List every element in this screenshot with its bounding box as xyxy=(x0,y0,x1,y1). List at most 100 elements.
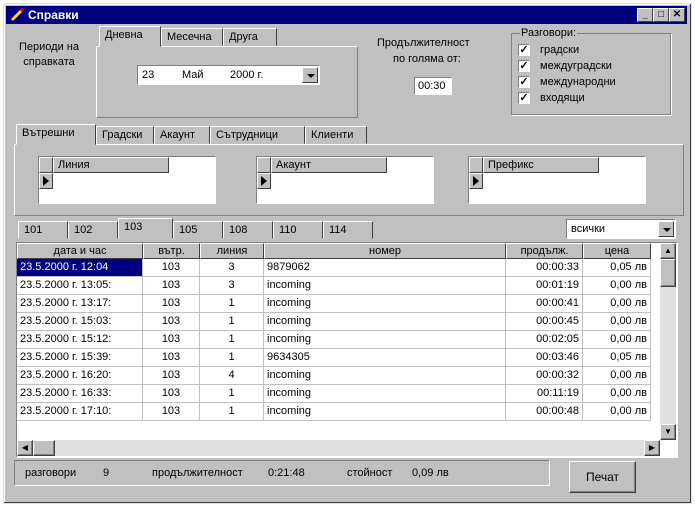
chevron-down-icon[interactable] xyxy=(302,67,318,83)
extension-filter-select[interactable]: всички xyxy=(566,219,676,239)
table-cell[interactable]: 0,00 лв xyxy=(583,385,651,403)
table-cell[interactable]: 00:00:32 xyxy=(506,367,583,385)
checkbox-intercity[interactable]: ✓ xyxy=(518,60,530,72)
column-header[interactable]: номер xyxy=(264,243,506,259)
tab-internal[interactable]: Вътрешни xyxy=(16,124,96,145)
table-cell[interactable]: 103 xyxy=(143,259,200,277)
table-cell[interactable]: 0,05 лв xyxy=(583,349,651,367)
tab-monthly[interactable]: Месечна xyxy=(161,28,223,46)
column-header[interactable]: дата и час xyxy=(17,243,143,259)
table-cell[interactable]: 103 xyxy=(143,331,200,349)
scroll-down-button[interactable]: ▼ xyxy=(660,424,676,440)
horizontal-scrollbar[interactable]: ◀ ▶ xyxy=(17,440,660,456)
table-cell[interactable]: 103 xyxy=(143,403,200,421)
table-cell[interactable]: incoming xyxy=(264,313,506,331)
tab-clients[interactable]: Клиенти xyxy=(305,126,367,144)
tab-ext-103[interactable]: 103 xyxy=(118,218,173,239)
checkbox-city[interactable]: ✓ xyxy=(518,44,530,56)
table-cell[interactable]: 0,00 лв xyxy=(583,367,651,385)
table-cell[interactable]: incoming xyxy=(264,295,506,313)
scroll-thumb[interactable] xyxy=(660,259,676,287)
table-cell[interactable]: 103 xyxy=(143,349,200,367)
minimize-button[interactable]: _ xyxy=(637,8,653,22)
table-cell[interactable]: 0,00 лв xyxy=(583,403,651,421)
tab-city[interactable]: Градски xyxy=(96,126,154,144)
chevron-down-icon[interactable] xyxy=(658,221,674,237)
scroll-right-button[interactable]: ▶ xyxy=(644,440,660,456)
table-cell[interactable]: 103 xyxy=(143,295,200,313)
table-cell[interactable]: 103 xyxy=(143,367,200,385)
table-cell[interactable]: 1 xyxy=(200,403,264,421)
table-cell[interactable]: 4 xyxy=(200,367,264,385)
tab-ext-108[interactable]: 108 xyxy=(223,221,273,239)
table-cell[interactable]: 00:00:33 xyxy=(506,259,583,277)
table-cell[interactable]: 103 xyxy=(143,385,200,403)
maximize-button[interactable]: □ xyxy=(653,8,669,22)
calls-table[interactable]: дата и час вътр. линия номер продълж. цена 23… xyxy=(16,242,678,458)
scroll-up-button[interactable]: ▲ xyxy=(660,243,676,259)
column-header[interactable]: цена xyxy=(583,243,651,259)
table-cell[interactable]: 103 xyxy=(143,277,200,295)
table-cell[interactable]: 9879062 xyxy=(264,259,506,277)
scroll-left-button[interactable]: ◀ xyxy=(17,440,33,456)
table-cell[interactable]: 0,00 лв xyxy=(583,277,651,295)
line-grid[interactable]: Линия xyxy=(38,156,216,204)
table-cell[interactable]: incoming xyxy=(264,403,506,421)
date-picker[interactable]: 23 Май 2000 г. xyxy=(137,65,320,85)
column-header[interactable]: продълж. xyxy=(506,243,583,259)
vertical-scrollbar[interactable]: ▲ ▼ xyxy=(660,243,676,440)
tab-ext-110[interactable]: 110 xyxy=(273,221,323,239)
table-cell[interactable]: 00:01:19 xyxy=(506,277,583,295)
table-cell[interactable]: 00:02:05 xyxy=(506,331,583,349)
table-cell[interactable]: 3 xyxy=(200,277,264,295)
table-cell[interactable]: 23.5.2000 г. 13:05: xyxy=(17,277,143,295)
table-cell[interactable]: 23.5.2000 г. 13:17: xyxy=(17,295,143,313)
table-cell[interactable]: 1 xyxy=(200,313,264,331)
column-header[interactable]: линия xyxy=(200,243,264,259)
table-cell[interactable]: 0,00 лв xyxy=(583,295,651,313)
table-cell[interactable]: 1 xyxy=(200,385,264,403)
table-cell[interactable]: 1 xyxy=(200,331,264,349)
table-cell[interactable]: 1 xyxy=(200,349,264,367)
tab-account[interactable]: Акаунт xyxy=(154,126,210,144)
hscroll-thumb[interactable] xyxy=(33,440,55,456)
table-cell[interactable]: 00:00:45 xyxy=(506,313,583,331)
table-cell[interactable]: 00:11:19 xyxy=(506,385,583,403)
table-cell[interactable]: incoming xyxy=(264,277,506,295)
table-cell[interactable]: 00:00:41 xyxy=(506,295,583,313)
table-cell[interactable]: 23.5.2000 г. 15:12: xyxy=(17,331,143,349)
table-cell[interactable]: 00:03:46 xyxy=(506,349,583,367)
table-cell[interactable]: 23.5.2000 г. 16:33: xyxy=(17,385,143,403)
table-cell[interactable]: 103 xyxy=(143,313,200,331)
tab-employees[interactable]: Сътрудници xyxy=(210,126,305,144)
table-cell[interactable]: incoming xyxy=(264,367,506,385)
table-cell[interactable]: 0,05 лв xyxy=(583,259,651,277)
tab-daily[interactable]: Дневна xyxy=(99,26,161,47)
tab-ext-102[interactable]: 102 xyxy=(68,221,118,239)
tab-ext-101[interactable]: 101 xyxy=(18,221,68,239)
table-cell[interactable]: incoming xyxy=(264,385,506,403)
close-button[interactable]: ✕ xyxy=(669,8,685,22)
table-cell[interactable]: 23.5.2000 г. 15:03: xyxy=(17,313,143,331)
prefix-grid[interactable]: Префикс xyxy=(468,156,646,204)
duration-input[interactable]: 00:30 xyxy=(414,77,452,95)
table-cell[interactable]: 0,00 лв xyxy=(583,313,651,331)
table-cell[interactable]: 3 xyxy=(200,259,264,277)
table-cell[interactable]: 1 xyxy=(200,295,264,313)
checkbox-international[interactable]: ✓ xyxy=(518,76,530,88)
table-cell[interactable]: 23.5.2000 г. 16:20: xyxy=(17,367,143,385)
checkbox-incoming[interactable]: ✓ xyxy=(518,92,530,104)
tab-ext-105[interactable]: 105 xyxy=(173,221,223,239)
table-cell[interactable]: 23.5.2000 г. 15:39: xyxy=(17,349,143,367)
print-button[interactable]: Печат xyxy=(569,461,636,493)
column-header[interactable]: вътр. xyxy=(143,243,200,259)
table-cell[interactable]: 00:00:48 xyxy=(506,403,583,421)
tab-ext-114[interactable]: 114 xyxy=(323,221,373,239)
tab-other[interactable]: Друга xyxy=(223,28,277,46)
table-cell[interactable]: 0,00 лв xyxy=(583,331,651,349)
table-cell[interactable]: 9634305 xyxy=(264,349,506,367)
table-cell[interactable]: incoming xyxy=(264,331,506,349)
table-cell[interactable]: 23.5.2000 г. 12:04 xyxy=(17,259,143,277)
table-cell[interactable]: 23.5.2000 г. 17:10: xyxy=(17,403,143,421)
account-grid[interactable]: Акаунт xyxy=(256,156,434,204)
